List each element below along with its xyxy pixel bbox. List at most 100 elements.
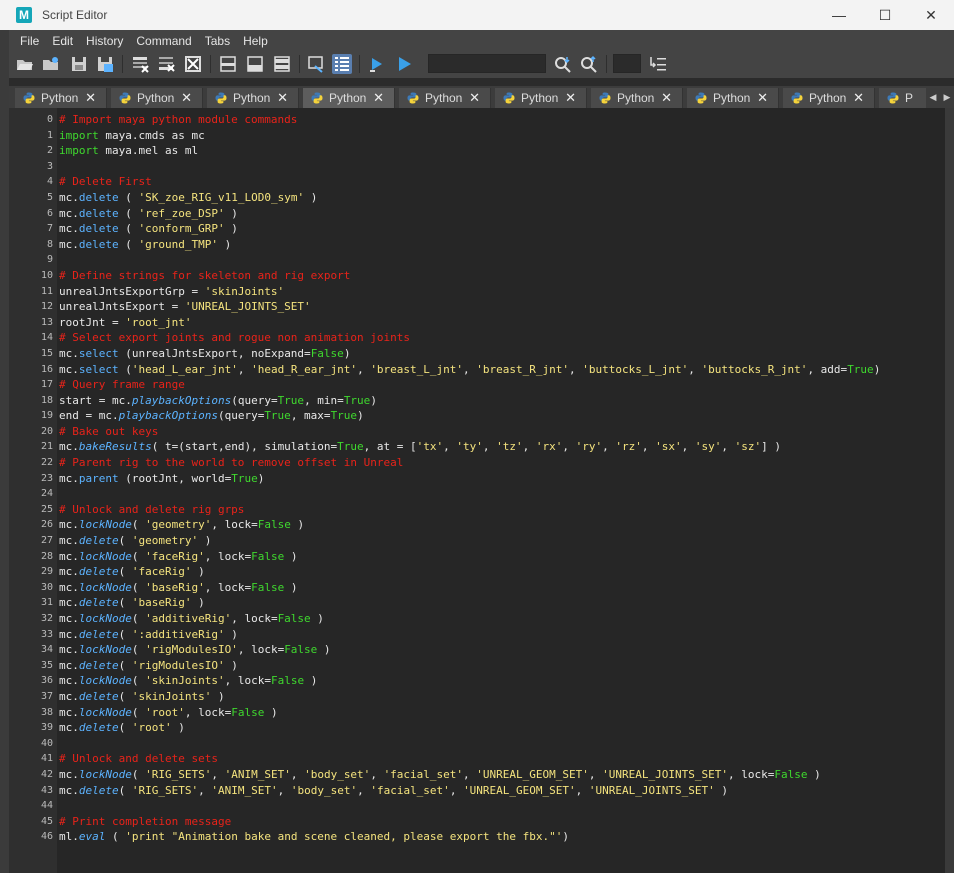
code-text: mc.delete( 'baseRig' ) [59, 595, 205, 611]
code-token: parent [78, 471, 119, 485]
toolbar-separator [210, 55, 211, 73]
script-tab[interactable]: Python ✕ [207, 88, 299, 108]
tab-close-icon[interactable]: ✕ [661, 90, 672, 106]
show-history-only-button[interactable] [218, 54, 238, 74]
code-token: ( t=(start,end), simulation= [151, 440, 338, 454]
code-token: delete [78, 534, 119, 548]
line-number: 45 [40, 815, 53, 827]
tab-close-icon[interactable]: ✕ [853, 90, 864, 106]
menu-edit[interactable]: Edit [52, 34, 73, 48]
code-token: ':additiveRig' [131, 627, 225, 641]
code-token: , [443, 440, 457, 454]
tab-close-icon[interactable]: ✕ [373, 90, 384, 106]
code-token: rootJnt = [59, 315, 126, 329]
tab-close-icon[interactable]: ✕ [181, 90, 192, 106]
menu-tabs[interactable]: Tabs [205, 34, 230, 48]
code-token: True [264, 409, 291, 423]
code-text: mc.lockNode( 'skinJoints', lock=False ) [59, 673, 317, 689]
code-token: end = mc. [59, 409, 119, 423]
code-text: # Import maya python module commands [59, 112, 297, 128]
code-token: select [78, 362, 119, 376]
search-input[interactable] [428, 54, 546, 73]
code-token: True [343, 393, 371, 407]
code-text: mc.lockNode( 'additiveRig', lock=False ) [59, 611, 324, 627]
code-text: mc.delete( 'faceRig' ) [59, 564, 205, 580]
indent-icon [650, 57, 666, 71]
tab-scroll-left-icon[interactable]: ◀ [930, 92, 937, 103]
tab-label: Python [41, 91, 79, 105]
code-token: ) [257, 471, 265, 485]
vertical-scrollbar[interactable] [945, 108, 954, 873]
show-input-only-button[interactable] [245, 54, 265, 74]
code-token: ( [118, 658, 132, 672]
minimize-button[interactable]: — [816, 0, 862, 30]
search-down-button[interactable] [553, 54, 573, 74]
save-to-shelf-button[interactable] [95, 54, 115, 74]
line-number: 42 [40, 768, 53, 780]
line-number: 27 [40, 535, 53, 547]
python-icon [503, 92, 515, 104]
search-up-button[interactable] [579, 54, 599, 74]
clear-input-button[interactable] [156, 54, 176, 74]
source-script-button[interactable] [41, 54, 61, 74]
script-tab[interactable]: Python ✕ [15, 88, 107, 108]
tab-close-icon[interactable]: ✕ [757, 90, 768, 106]
line-number: 2 [46, 145, 53, 157]
line-numbers-toggle[interactable] [332, 54, 352, 74]
code-text: mc.delete( ':additiveRig' ) [59, 627, 238, 643]
code-text: mc.select (unrealJntsExport, noExpand=Fa… [59, 346, 350, 362]
execute-selected-button[interactable] [367, 54, 387, 74]
script-tab[interactable]: Python ✕ [687, 88, 779, 108]
script-tab[interactable]: Python ✕ [783, 88, 875, 108]
tab-label: Python [233, 91, 271, 105]
execute-all-button[interactable] [394, 54, 414, 74]
menu-history[interactable]: History [86, 34, 123, 48]
code-text: end = mc.playbackOptions(query=True, max… [59, 408, 364, 424]
code-token: (query= [231, 393, 278, 407]
tab-close-icon[interactable]: ✕ [277, 90, 288, 106]
menu-help[interactable]: Help [243, 34, 268, 48]
play-icon [399, 57, 411, 71]
code-token: ) [171, 721, 185, 735]
font-size-input[interactable] [613, 54, 641, 73]
code-text: import maya.mel as ml [59, 143, 198, 159]
search-up-icon [581, 55, 597, 73]
tab-close-icon[interactable]: ✕ [85, 90, 96, 106]
save-script-button[interactable] [69, 54, 89, 74]
code-token: ( [118, 237, 139, 251]
show-both-panes-button[interactable] [272, 54, 292, 74]
tab-close-icon[interactable]: ✕ [565, 90, 576, 106]
tab-close-icon[interactable]: ✕ [469, 90, 480, 106]
script-tab[interactable]: Python ✕ [399, 88, 491, 108]
python-icon [119, 92, 131, 104]
code-token: select [78, 346, 119, 360]
script-tab[interactable]: Python ✕ [591, 88, 683, 108]
script-tab[interactable]: Python ✕ [303, 88, 395, 108]
code-token: 'tx' [416, 440, 444, 454]
clear-all-button[interactable] [183, 54, 203, 74]
tab-scroll-right-icon[interactable]: ▶ [944, 92, 951, 103]
code-token: mc. [59, 471, 79, 485]
code-text: ml.eval ( 'print "Animation bake and sce… [59, 829, 569, 845]
maximize-button[interactable]: ☐ [862, 0, 908, 30]
code-token: ) [290, 518, 305, 532]
open-script-button[interactable] [15, 54, 35, 74]
code-token: 'root' [145, 705, 185, 719]
menu-command[interactable]: Command [136, 34, 191, 48]
code-text: mc.delete( 'geometry' ) [59, 533, 211, 549]
code-text: mc.lockNode( 'geometry', lock=False ) [59, 517, 304, 533]
code-editor[interactable]: 0 # Import maya python module commands 1 im… [9, 108, 945, 873]
code-token: 'UNREAL_JOINTS_SET' [184, 300, 311, 314]
menu-file[interactable]: File [20, 34, 39, 48]
script-tab[interactable]: Python ✕ [111, 88, 203, 108]
indent-button[interactable] [648, 54, 668, 74]
script-tab[interactable]: Python ✕ [495, 88, 587, 108]
code-token: ) [191, 596, 205, 610]
line-number: 10 [40, 269, 53, 281]
clear-history-button[interactable] [130, 54, 150, 74]
close-window-button[interactable]: ✕ [908, 0, 954, 30]
code-text: mc.select ('head_L_ear_jnt', 'head_R_ear… [59, 362, 880, 378]
echo-commands-button[interactable] [306, 54, 326, 74]
title-bar: M Script Editor — ☐ ✕ [0, 0, 954, 30]
echo-commands-icon [308, 56, 323, 73]
